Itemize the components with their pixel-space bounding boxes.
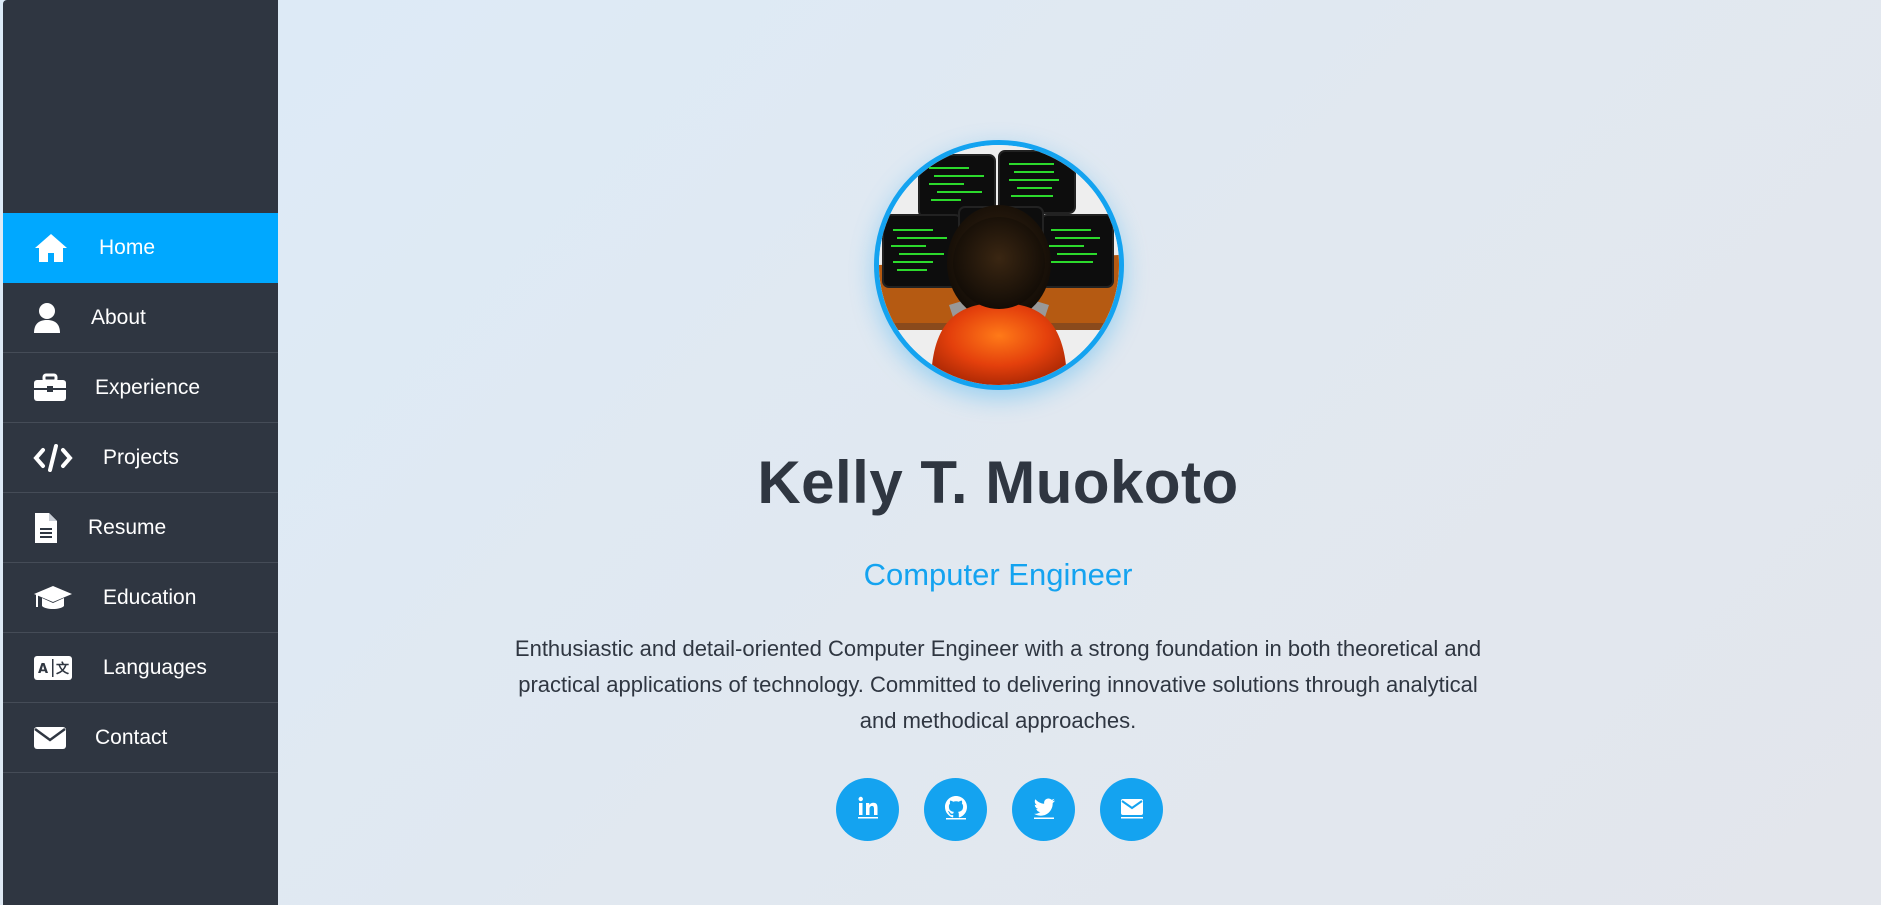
github-icon — [941, 792, 971, 827]
sidebar-item-experience[interactable]: Experience — [3, 353, 278, 423]
sidebar-item-label: Education — [103, 585, 197, 609]
profile-name: Kelly T. Muokoto — [757, 449, 1239, 516]
sidebar-item-education[interactable]: Education — [3, 563, 278, 633]
email-icon — [1117, 792, 1147, 827]
avatar — [874, 140, 1124, 390]
profile-bio: Enthusiastic and detail-oriented Compute… — [514, 636, 1482, 733]
sidebar-item-label: Contact — [95, 725, 168, 749]
profile-title: Computer Engineer — [863, 557, 1133, 592]
sidebar-item-label: Projects — [103, 445, 179, 469]
email-button[interactable] — [1100, 778, 1163, 841]
sidebar-item-contact[interactable]: Contact — [3, 703, 278, 773]
sidebar-item-label: Experience — [95, 375, 201, 399]
sidebar-item-languages[interactable]: A文 Languages — [3, 633, 278, 703]
social-links — [836, 778, 1163, 841]
linkedin-button[interactable] — [836, 778, 899, 841]
sidebar-nav: Home About Experience Projects Resume Ed… — [3, 213, 278, 773]
sidebar-item-label: Home — [99, 235, 156, 259]
sidebar-item-projects[interactable]: Projects — [3, 423, 278, 493]
twitter-button[interactable] — [1012, 778, 1075, 841]
graduation-cap-icon — [33, 578, 73, 618]
linkedin-icon — [853, 792, 883, 827]
twitter-icon — [1029, 792, 1059, 827]
svg-text:文: 文 — [56, 661, 70, 677]
github-button[interactable] — [924, 778, 987, 841]
sidebar-item-label: Languages — [103, 655, 207, 679]
sidebar-item-resume[interactable]: Resume — [3, 493, 278, 563]
sidebar-item-label: Resume — [88, 515, 167, 539]
user-icon — [33, 298, 73, 338]
briefcase-icon — [33, 368, 73, 408]
language-icon: A文 — [33, 648, 73, 688]
file-icon — [33, 508, 73, 548]
home-icon — [33, 228, 73, 268]
svg-text:A: A — [38, 662, 48, 677]
main-content: Kelly T. Muokoto Computer Engineer Enthu… — [278, 0, 1881, 905]
code-icon — [33, 438, 73, 478]
sidebar: Home About Experience Projects Resume Ed… — [3, 0, 278, 905]
envelope-icon — [33, 718, 73, 758]
sidebar-item-about[interactable]: About — [3, 283, 278, 353]
sidebar-item-home[interactable]: Home — [3, 213, 278, 283]
sidebar-item-label: About — [91, 305, 146, 329]
